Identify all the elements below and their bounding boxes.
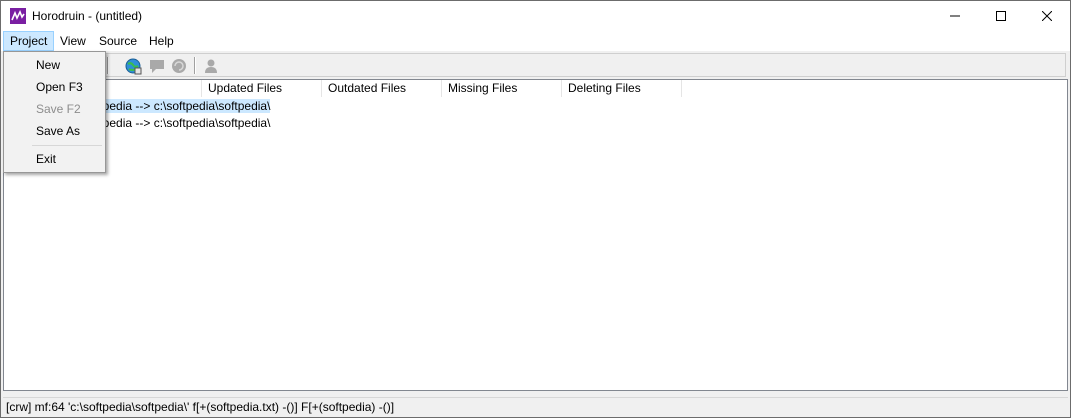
menu-item-exit[interactable]: Exit — [36, 149, 56, 169]
minimize-icon — [950, 15, 960, 17]
toolbar-separator — [194, 57, 196, 74]
menu-help[interactable]: Help — [143, 31, 180, 51]
toolbar-separator — [107, 57, 109, 74]
globe-refresh-icon[interactable] — [124, 57, 142, 75]
refresh-icon[interactable] — [170, 57, 188, 75]
maximize-icon — [996, 11, 1006, 21]
list-item-label: ftpedia --> c:\softpedia\softpedia\ — [96, 99, 271, 113]
menu-item-save[interactable]: Save F2 — [36, 99, 81, 119]
file-list[interactable]: Updated Files Outdated Files Missing Fil… — [3, 79, 1068, 391]
column-header-missing[interactable]: Missing Files — [442, 80, 562, 97]
column-header-updated[interactable]: Updated Files — [202, 80, 322, 97]
menu-source[interactable]: Source — [93, 31, 143, 51]
menu-item-open[interactable]: Open F3 — [36, 77, 83, 97]
list-item[interactable]: ftpedia --> c:\softpedia\softpedia\ — [96, 115, 270, 131]
status-bar: [crw] mf:64 'c:\softpedia\softpedia\' f[… — [3, 397, 1068, 416]
menu-item-new[interactable]: New — [36, 55, 60, 75]
menu-project[interactable]: Project — [3, 31, 55, 51]
list-item-label: ftpedia --> c:\softpedia\softpedia\ — [96, 116, 271, 130]
menu-separator — [32, 145, 102, 146]
column-header-outdated[interactable]: Outdated Files — [322, 80, 442, 97]
window-title: Horodruin - (untitled) — [32, 9, 143, 23]
maximize-button[interactable] — [978, 1, 1024, 31]
comment-icon[interactable] — [148, 57, 166, 75]
app-logo-icon — [10, 8, 26, 24]
column-header-deleting[interactable]: Deleting Files — [562, 80, 682, 97]
close-button[interactable] — [1024, 1, 1070, 31]
list-item[interactable]: ftpedia --> c:\softpedia\softpedia\ — [96, 98, 271, 114]
menu-item-save-as[interactable]: Save As — [36, 121, 80, 141]
project-menu-dropdown: New Open F3 Save F2 Save As Exit — [3, 51, 106, 173]
user-icon[interactable] — [202, 57, 220, 75]
app-window: Horodruin - (untitled) Project View Sour… — [0, 0, 1071, 418]
menu-bar: Project View Source Help — [1, 31, 1070, 51]
minimize-button[interactable] — [932, 1, 978, 31]
toolbar — [3, 53, 1066, 77]
close-icon — [1042, 11, 1052, 21]
menu-view[interactable]: View — [54, 31, 92, 51]
title-bar[interactable]: Horodruin - (untitled) — [1, 1, 1070, 31]
